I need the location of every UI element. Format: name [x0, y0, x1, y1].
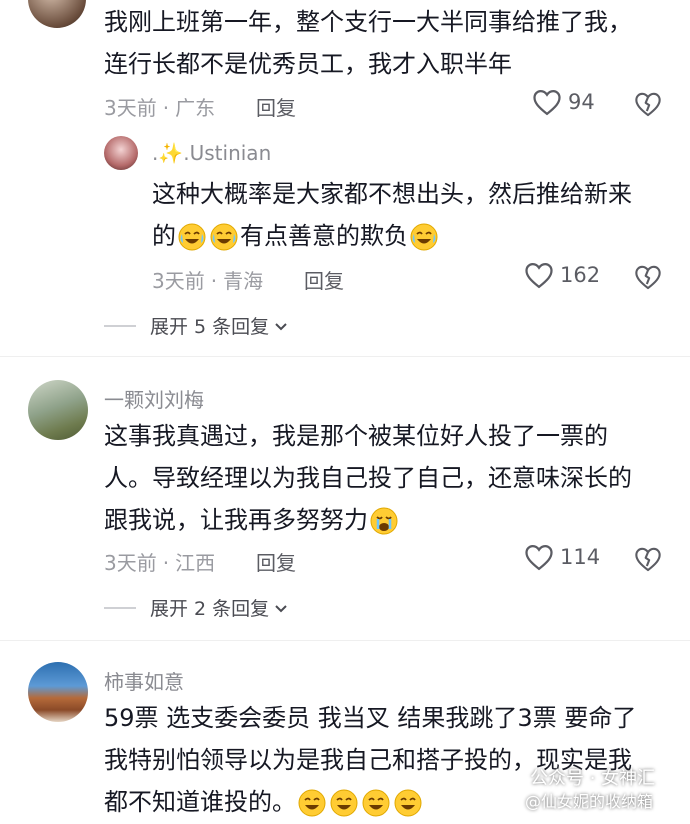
comment-text-line: 跟我说，让我再多努努力	[104, 498, 400, 542]
expand-line	[104, 324, 136, 327]
crying-laughing-emoji	[178, 223, 206, 251]
avatar[interactable]	[28, 380, 88, 440]
like-button[interactable]: 114	[524, 543, 600, 571]
comment-time: 3天前	[104, 551, 157, 575]
comment-text: 都不知道谁投的。	[104, 788, 296, 816]
comment-location: 广东	[175, 96, 216, 120]
avatar[interactable]	[104, 136, 138, 170]
expand-replies-button[interactable]: 展开 2 条回复	[104, 594, 289, 621]
reply-button[interactable]: 回复	[256, 92, 296, 121]
like-button[interactable]: 94	[532, 88, 595, 116]
comment-text: 的	[152, 222, 176, 250]
comment-meta: 3天前 · 广东	[104, 92, 215, 121]
heart-outline-icon	[525, 544, 553, 571]
crying-laughing-emoji	[330, 789, 358, 817]
comment-text: 有点善意的欺负	[240, 222, 408, 250]
like-count: 114	[560, 545, 601, 569]
chevron-down-icon	[275, 604, 287, 612]
like-button[interactable]: 162	[524, 261, 600, 289]
meta-separator: ·	[210, 269, 218, 293]
comment-text-line: 连行长都不是优秀员工，我才入职半年	[104, 50, 512, 78]
avatar[interactable]	[28, 0, 86, 28]
username[interactable]: 柿事如意	[104, 666, 184, 695]
expand-label: 展开 5 条回复	[150, 316, 270, 338]
comment-text-line: 这种大概率是大家都不想出头，然后推给新来	[152, 180, 632, 208]
comment-text-line: 的 有点善意的欺负	[152, 214, 440, 258]
comment-meta: 3天前 · 青海	[152, 265, 263, 294]
comment-text-line: 59票 选支委会委员 我当叉 结果我跳了3票 要命了	[104, 704, 637, 732]
like-count: 94	[568, 90, 595, 114]
comment-time: 3天前	[104, 96, 157, 120]
username[interactable]: 一颗刘刘梅	[104, 384, 204, 413]
comment-location: 江西	[175, 551, 216, 575]
broken-heart-icon[interactable]	[634, 263, 662, 291]
meta-separator: ·	[162, 96, 170, 120]
like-count: 162	[560, 263, 601, 287]
meta-separator: ·	[162, 551, 170, 575]
crying-laughing-emoji	[298, 789, 326, 817]
heart-outline-icon	[525, 262, 553, 289]
crying-laughing-emoji	[394, 789, 422, 817]
comment-text-line: 人。导致经理以为我自己投了自己，还意味深长的	[104, 464, 632, 492]
comment-text-line: 都不知道谁投的。	[104, 780, 424, 824]
crying-laughing-emoji	[362, 789, 390, 817]
reply-button[interactable]: 回复	[256, 547, 296, 576]
comment-text-line: 我刚上班第一年，整个支行一大半同事给推了我，	[104, 8, 632, 36]
divider	[0, 356, 690, 357]
comment-meta: 3天前 · 江西	[104, 547, 215, 576]
expand-line	[104, 606, 136, 609]
reply-button[interactable]: 回复	[304, 265, 344, 294]
crying-laughing-emoji	[210, 223, 238, 251]
comment-time: 3天前	[152, 269, 205, 293]
comment-text-line: 这事我真遇过，我是那个被某位好人投了一票的	[104, 422, 608, 450]
broken-heart-icon[interactable]	[634, 90, 662, 118]
username[interactable]: .✨.Ustinian	[152, 141, 271, 165]
broken-heart-icon[interactable]	[634, 545, 662, 573]
expand-label: 展开 2 条回复	[150, 598, 270, 620]
heart-outline-icon	[533, 89, 561, 116]
chevron-down-icon	[275, 322, 287, 330]
expand-replies-button[interactable]: 展开 5 条回复	[104, 312, 289, 339]
comment-text: 跟我说，让我再多努努力	[104, 506, 368, 534]
crying-laughing-emoji	[410, 223, 438, 251]
divider	[0, 640, 690, 641]
avatar[interactable]	[28, 662, 88, 722]
crying-emoji	[370, 507, 398, 535]
watermark: @仙女妮的收纳箱	[525, 792, 654, 811]
watermark: 公众号 · 女神汇	[530, 768, 656, 789]
comment-location: 青海	[223, 269, 264, 293]
